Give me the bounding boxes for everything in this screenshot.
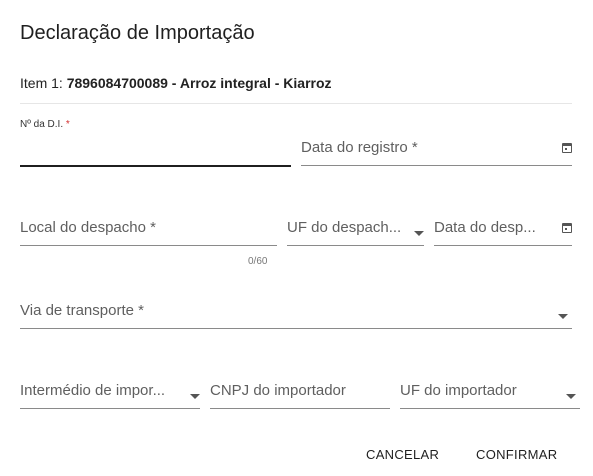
num-di-field[interactable]: Nº da D.I. * <box>20 119 291 167</box>
calendar-icon[interactable] <box>562 222 572 236</box>
intermedio-importacao-select[interactable]: Intermédio de impor... <box>20 379 200 409</box>
uf-importador-select[interactable]: UF do importador <box>400 379 580 409</box>
data-registro-label: Data do registro * <box>301 139 418 156</box>
via-transporte-underline <box>20 328 572 329</box>
cnpj-importador-field[interactable]: CNPJ do importador <box>210 379 390 409</box>
chevron-down-icon[interactable] <box>190 388 200 402</box>
local-despacho-underline <box>20 245 277 246</box>
uf-despacho-underline <box>287 245 424 246</box>
cancel-button[interactable]: CANCELAR <box>366 447 439 462</box>
uf-despacho-select[interactable]: UF do despach... <box>287 216 424 246</box>
uf-importador-underline <box>400 408 580 409</box>
data-despacho-underline <box>434 245 572 246</box>
data-registro-underline <box>301 165 572 166</box>
confirm-button[interactable]: CONFIRMAR <box>476 447 557 462</box>
uf-despacho-label: UF do despach... <box>287 219 402 236</box>
local-despacho-field[interactable]: Local do despacho * <box>20 216 277 246</box>
intermedio-importacao-underline <box>20 408 200 409</box>
chevron-down-icon[interactable] <box>414 225 424 239</box>
dialog-title: Declaração de Importação <box>20 22 255 44</box>
item-description: Item 1: 7896084700089 - Arroz integral -… <box>20 75 332 91</box>
calendar-icon[interactable] <box>562 142 572 156</box>
chevron-down-icon[interactable] <box>566 388 576 402</box>
num-di-label: Nº da D.I. * <box>20 119 70 130</box>
via-transporte-select[interactable]: Via de transporte * <box>20 299 572 329</box>
cnpj-importador-label: CNPJ do importador <box>210 382 346 399</box>
num-di-underline <box>20 165 291 167</box>
char-counter: 0/60 <box>248 256 268 267</box>
divider <box>20 103 572 104</box>
cnpj-importador-underline <box>210 408 390 409</box>
item-prefix: Item 1: <box>20 75 67 91</box>
intermedio-importacao-label: Intermédio de impor... <box>20 382 166 399</box>
data-despacho-field[interactable]: Data do desp... <box>434 216 572 246</box>
data-despacho-label: Data do desp... <box>434 219 536 236</box>
item-value: 7896084700089 - Arroz integral - Kiarroz <box>66 75 332 91</box>
data-registro-field[interactable]: Data do registro * <box>301 136 572 166</box>
local-despacho-label: Local do despacho * <box>20 219 156 236</box>
uf-importador-label: UF do importador <box>400 382 517 399</box>
via-transporte-label: Via de transporte * <box>20 302 144 319</box>
chevron-down-icon[interactable] <box>558 308 568 322</box>
